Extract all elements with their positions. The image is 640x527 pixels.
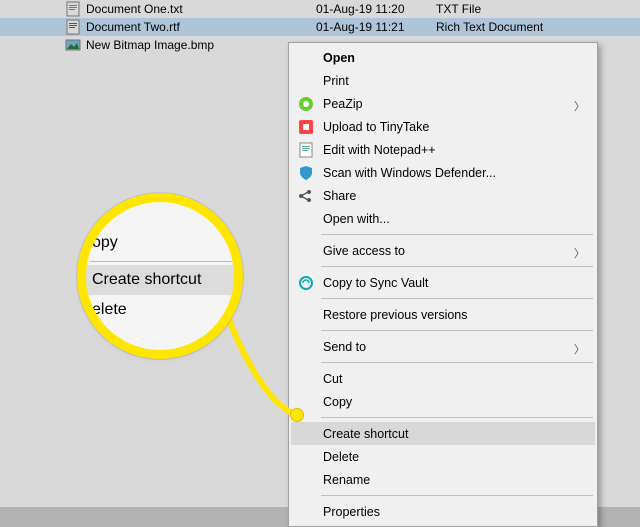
callout-zoom: opy Create shortcut elete: [86, 202, 234, 350]
chevron-right-icon: 〉: [574, 98, 585, 114]
chevron-right-icon: 〉: [574, 245, 585, 261]
separator: [321, 298, 593, 299]
file-row[interactable]: Document Two.rtf 01-Aug-19 11:21 Rich Te…: [0, 18, 640, 36]
menu-giveaccess[interactable]: Give access to〉: [291, 239, 595, 262]
callout-create-shortcut: Create shortcut: [86, 265, 234, 295]
menu-rename[interactable]: Rename: [291, 468, 595, 491]
notepadpp-icon: [295, 139, 317, 161]
file-row[interactable]: Document One.txt 01-Aug-19 11:20 TXT Fil…: [0, 0, 640, 18]
separator: [90, 261, 234, 262]
tinytake-icon: [295, 116, 317, 138]
callout-dot: [290, 408, 304, 422]
menu-share[interactable]: Share: [291, 184, 595, 207]
file-name: Document One.txt: [86, 2, 316, 16]
menu-properties[interactable]: Properties: [291, 500, 595, 523]
menu-peazip[interactable]: PeaZip 〉: [291, 92, 595, 115]
separator: [321, 234, 593, 235]
file-name: New Bitmap Image.bmp: [86, 38, 316, 52]
peazip-icon: [295, 93, 317, 115]
file-name: Document Two.rtf: [86, 20, 316, 34]
file-type: Rich Text Document: [436, 20, 543, 34]
context-menu: Open Print PeaZip 〉 Upload to TinyTake E…: [288, 42, 598, 527]
menu-openwith[interactable]: Open with...: [291, 207, 595, 230]
menu-delete[interactable]: Delete: [291, 445, 595, 468]
callout-copy: opy: [86, 228, 234, 258]
defender-icon: [295, 162, 317, 184]
separator: [321, 266, 593, 267]
file-date: 01-Aug-19 11:21: [316, 20, 436, 34]
separator: [321, 330, 593, 331]
menu-tinytake[interactable]: Upload to TinyTake: [291, 115, 595, 138]
separator: [321, 417, 593, 418]
file-date: 01-Aug-19 11:20: [316, 2, 436, 16]
menu-create-shortcut[interactable]: Create shortcut: [291, 422, 595, 445]
bmp-file-icon: [65, 37, 81, 53]
file-type: TXT File: [436, 2, 481, 16]
menu-restore[interactable]: Restore previous versions: [291, 303, 595, 326]
rtf-file-icon: [65, 19, 81, 35]
separator: [321, 495, 593, 496]
menu-open[interactable]: Open: [291, 46, 595, 69]
separator: [321, 362, 593, 363]
menu-notepadpp[interactable]: Edit with Notepad++: [291, 138, 595, 161]
menu-print[interactable]: Print: [291, 69, 595, 92]
menu-sendto[interactable]: Send to〉: [291, 335, 595, 358]
menu-cut[interactable]: Cut: [291, 367, 595, 390]
chevron-right-icon: 〉: [574, 341, 585, 357]
menu-copy[interactable]: Copy: [291, 390, 595, 413]
share-icon: [295, 185, 317, 207]
syncvault-icon: [295, 272, 317, 294]
callout-delete: elete: [86, 295, 234, 325]
txt-file-icon: [65, 1, 81, 17]
menu-defender[interactable]: Scan with Windows Defender...: [291, 161, 595, 184]
menu-syncvault[interactable]: Copy to Sync Vault: [291, 271, 595, 294]
